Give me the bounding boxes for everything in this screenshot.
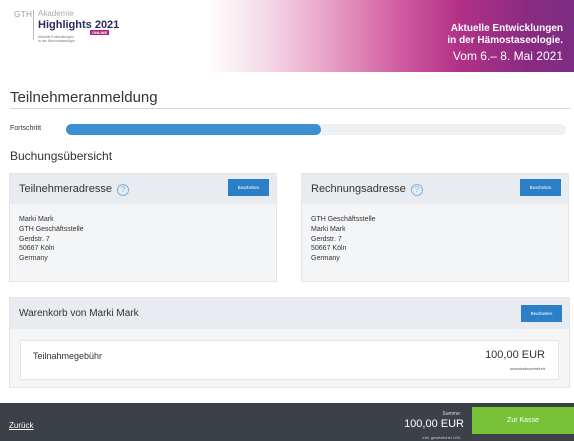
checkout-footer: Zurück Summe: 100,00 EUR inkl. gesetzlic…: [0, 403, 574, 441]
logo-gth-text: GTH: [14, 10, 33, 19]
banner-line-2: in der Hämostaseologie.: [447, 35, 563, 46]
participant-address-card: Teilnehmeradresse? Bearbeiten Marki Mark…: [9, 173, 277, 282]
address-line: Marki Mark: [19, 216, 54, 223]
logo-online-badge: ONLINE: [90, 30, 110, 35]
address-line: Germany: [19, 255, 48, 263]
billing-address-card: Rechnungsadresse? Bearbeiten GTH Geschäf…: [301, 173, 569, 282]
checkout-button[interactable]: Zur Kasse: [472, 407, 574, 434]
logo-akademie-text: Akademie: [38, 9, 74, 18]
header-banner: GTH Akademie Highlights 2021 ONLINE Aktu…: [0, 0, 574, 72]
progress-bar: [66, 124, 566, 135]
edit-participant-button[interactable]: Bearbeiten: [228, 179, 269, 196]
edit-billing-button[interactable]: Bearbeiten: [520, 179, 561, 196]
cart-title: Warenkorb von Marki Mark: [19, 308, 139, 319]
banner-dates: Vom 6.– 8. Mai 2021: [452, 49, 563, 63]
progress-bar-fill: [66, 124, 321, 135]
cart-item-tax-note: umsatzsteuerbefreit: [509, 366, 545, 371]
address-line: GTH Geschäftsstelle: [311, 216, 376, 223]
logo-subtitle-2: in der Hämostaseologie: [38, 39, 75, 43]
card-title: Rechnungsadresse?: [311, 183, 423, 196]
card-title: Teilnehmeradresse?: [19, 183, 129, 196]
edit-cart-button[interactable]: Bearbeiten: [521, 305, 562, 322]
banner-tagline: Aktuelle Entwicklungen in der Hämostaseo…: [447, 23, 563, 65]
sum-label: Summe:: [442, 411, 461, 417]
address-line: Gerdstr. 7: [19, 235, 50, 243]
address-line: 50667 Köln: [19, 245, 55, 253]
sum-value: 100,00 EUR: [404, 418, 464, 430]
question-circle-icon[interactable]: ?: [116, 184, 129, 196]
address-line: Marki Mark: [311, 225, 346, 233]
section-title: Buchungsübersicht: [10, 149, 113, 163]
title-divider: [10, 108, 570, 109]
back-link[interactable]: Zurück: [9, 421, 33, 430]
cart-item-name: Teilnahmegebühr: [33, 351, 103, 361]
address-body: Marki Mark GTH Geschäftsstelle Gerdstr. …: [19, 215, 84, 264]
cart-item-price: 100,00 EUR: [485, 349, 545, 361]
question-circle-icon[interactable]: ?: [410, 184, 423, 196]
progress-label: Fortschritt: [10, 125, 42, 132]
logo-separator: [33, 10, 34, 40]
sum-tax-note: inkl. gesetzlicher USt.: [422, 435, 461, 440]
address-line: 50667 Köln: [311, 245, 347, 253]
cart-item: Teilnahmegebühr 100,00 EUR umsatzsteuerb…: [20, 340, 559, 380]
gth-logo[interactable]: GTH Akademie Highlights 2021 ONLINE Aktu…: [14, 8, 124, 48]
card-title-text: Rechnungsadresse: [311, 183, 406, 195]
cart-panel: Warenkorb von Marki Mark Bearbeiten Teil…: [9, 297, 570, 388]
cart-header: Warenkorb von Marki Mark Bearbeiten: [10, 298, 569, 329]
banner-line-1: Aktuelle Entwicklungen: [450, 23, 563, 34]
address-line: GTH Geschäftsstelle: [19, 225, 84, 233]
address-body: GTH Geschäftsstelle Marki Mark Gerdstr. …: [311, 215, 376, 264]
card-header: Rechnungsadresse? Bearbeiten: [302, 174, 568, 204]
address-line: Germany: [311, 255, 340, 263]
page-title: Teilnehmeranmeldung: [10, 89, 158, 106]
card-title-text: Teilnehmeradresse: [19, 183, 112, 195]
address-line: Gerdstr. 7: [311, 235, 342, 243]
card-header: Teilnehmeradresse? Bearbeiten: [10, 174, 276, 204]
